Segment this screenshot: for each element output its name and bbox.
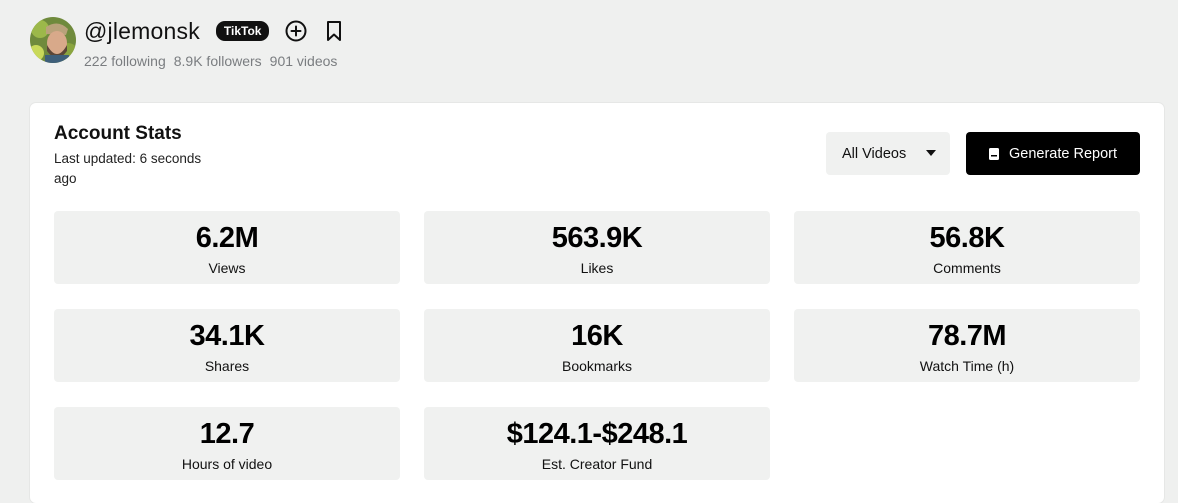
account-stats-card: Account Stats Last updated: 6 seconds ag…: [30, 103, 1164, 503]
stat-tile-likes: 563.9K Likes: [424, 211, 770, 284]
last-updated-text: Last updated: 6 seconds ago: [54, 151, 202, 186]
stat-value: 78.7M: [927, 320, 1007, 352]
stat-label: Views: [208, 260, 246, 276]
platform-badge: TikTok: [215, 21, 270, 41]
stat-value: 34.1K: [189, 320, 265, 352]
bookmark-icon[interactable]: [323, 20, 345, 42]
stat-tile-views: 6.2M Views: [54, 211, 400, 284]
stat-tile-shares: 34.1K Shares: [54, 309, 400, 382]
stat-label: Watch Time (h): [919, 358, 1015, 374]
stat-label: Shares: [204, 358, 250, 374]
stat-label: Likes: [580, 260, 614, 276]
profile-header: @jlemonsk TikTok 222 following 8.9K foll…: [30, 17, 345, 69]
stat-tile-hours-of-video: 12.7 Hours of video: [54, 407, 400, 480]
video-filter-dropdown[interactable]: All Videos: [826, 132, 950, 175]
card-title: Account Stats: [54, 123, 182, 144]
stat-label: Bookmarks: [561, 358, 633, 374]
stat-value: 12.7: [199, 418, 255, 450]
stat-tile-creator-fund: $124.1-$248.1 Est. Creator Fund: [424, 407, 770, 480]
followers-count[interactable]: 8.9K followers: [174, 53, 262, 69]
stat-tile-bookmarks: 16K Bookmarks: [424, 309, 770, 382]
document-icon: [988, 147, 999, 160]
videos-count[interactable]: 901 videos: [270, 53, 338, 69]
following-count[interactable]: 222 following: [84, 53, 166, 69]
stat-value: 16K: [571, 320, 623, 352]
stat-tile-comments: 56.8K Comments: [794, 211, 1140, 284]
caret-down-icon: [926, 150, 936, 156]
dropdown-selected-value: All Videos: [842, 145, 907, 162]
stat-label: Hours of video: [181, 456, 273, 472]
stat-value: 6.2M: [195, 222, 259, 254]
profile-handle: @jlemonsk: [84, 17, 200, 44]
stat-label: Est. Creator Fund: [541, 456, 653, 472]
generate-report-label: Generate Report: [1008, 145, 1117, 162]
stat-label: Comments: [933, 260, 1001, 276]
stat-value: 56.8K: [929, 222, 1005, 254]
profile-counts: 222 following 8.9K followers 901 videos: [84, 53, 345, 69]
avatar[interactable]: [30, 17, 76, 63]
stat-value: $124.1-$248.1: [506, 418, 688, 450]
stat-tile-watch-time: 78.7M Watch Time (h): [794, 309, 1140, 382]
generate-report-button[interactable]: Generate Report: [966, 132, 1140, 175]
stat-value: 563.9K: [551, 222, 643, 254]
add-circle-icon[interactable]: [285, 20, 307, 42]
